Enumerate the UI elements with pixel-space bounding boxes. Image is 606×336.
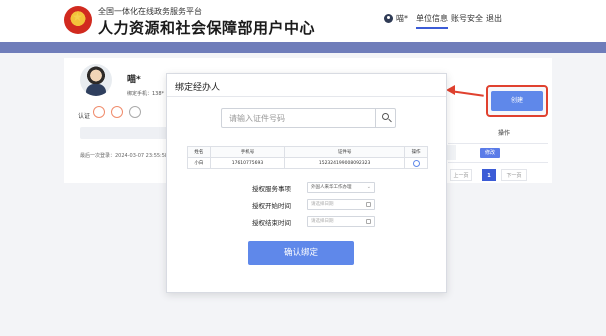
nav-logout[interactable]: 退出 xyxy=(486,13,502,24)
table-cell xyxy=(446,145,456,160)
service-value: 外国人来华工作办理 xyxy=(311,185,352,190)
col-action: 操作 xyxy=(404,146,428,158)
edit-button[interactable]: 修改 xyxy=(480,148,500,158)
agent-name: 小白 xyxy=(187,157,211,169)
col-id-number: 证件号 xyxy=(284,146,406,158)
national-emblem-icon xyxy=(64,6,92,34)
next-page-button[interactable]: 下一页 xyxy=(501,169,527,181)
create-button[interactable]: 创建 xyxy=(491,91,543,111)
end-time-label: 授权结束时间 xyxy=(252,219,291,227)
avatar xyxy=(80,64,112,96)
confirm-bind-button[interactable]: 确认绑定 xyxy=(248,241,354,265)
modal-title: 绑定经办人 xyxy=(175,83,221,93)
profile-name: 喵* xyxy=(127,75,141,85)
search-icon-handle xyxy=(388,118,392,123)
chevron-down-icon: ⌄ xyxy=(366,184,371,190)
table-header-action: 操作 xyxy=(498,130,511,137)
end-date-placeholder: 请选择日期 xyxy=(311,219,334,224)
card-auth-icon[interactable] xyxy=(129,106,141,118)
face-auth-icon[interactable] xyxy=(93,106,105,118)
prev-page-button[interactable]: 上一页 xyxy=(450,169,472,181)
auth-progress-bar xyxy=(80,127,180,139)
nav-unit-info[interactable]: 单位信息 xyxy=(416,13,448,29)
profile-phone: 绑定手机：138* xyxy=(127,91,165,97)
search-button[interactable] xyxy=(375,109,396,127)
service-label: 授权服务事项 xyxy=(252,185,291,193)
site-subtitle: 全国一体化在线政务服务平台 xyxy=(98,7,202,16)
end-date-picker[interactable]: 请选择日期 xyxy=(307,216,375,227)
annotation-arrow-head xyxy=(446,85,455,95)
site-header: 全国一体化在线政务服务平台 人力资源和社会保障部用户中心 喵* 单位信息 账号安… xyxy=(0,0,606,44)
nav-account-security[interactable]: 账号安全 xyxy=(451,13,483,24)
header-band xyxy=(0,42,606,53)
user-name: 喵* xyxy=(396,14,408,23)
col-name: 姓名 xyxy=(187,146,211,158)
start-time-label: 授权开始时间 xyxy=(252,202,291,210)
user-icon xyxy=(384,14,393,23)
last-login: 最后一次登录：2024-03-07 23:55:58 xyxy=(80,153,169,159)
select-agent-radio[interactable] xyxy=(412,159,420,167)
table-row[interactable]: 小白 17610775693 152324199008092323 xyxy=(187,157,428,169)
id-search-box xyxy=(221,108,396,128)
calendar-icon xyxy=(366,202,371,207)
bind-agent-modal: 绑定经办人 姓名 手机号 证件号 操作 小白 17610775693 15232… xyxy=(166,73,447,293)
col-phone: 手机号 xyxy=(209,146,286,158)
agent-id-number: 152324199008092323 xyxy=(284,157,406,169)
site-title: 人力资源和社会保障部用户中心 xyxy=(98,19,316,37)
user-menu[interactable]: 喵* xyxy=(384,13,408,24)
start-date-picker[interactable]: 请选择日期 xyxy=(307,199,375,210)
select-cell xyxy=(404,157,428,169)
id-number-search-input[interactable] xyxy=(223,110,374,126)
modal-divider xyxy=(167,96,446,97)
agent-phone: 17610775693 xyxy=(209,157,286,169)
page-1-button[interactable]: 1 xyxy=(482,169,496,181)
auth-label: 认证 xyxy=(78,113,91,120)
mail-auth-icon[interactable] xyxy=(111,106,123,118)
start-date-placeholder: 请选择日期 xyxy=(311,202,334,207)
table-header-row: 姓名 手机号 证件号 操作 xyxy=(187,146,428,158)
calendar-icon xyxy=(366,219,371,224)
agent-result-table: 姓名 手机号 证件号 操作 小白 17610775693 15232419900… xyxy=(187,146,428,169)
service-select[interactable]: 外国人来华工作办理 ⌄ xyxy=(307,182,375,193)
